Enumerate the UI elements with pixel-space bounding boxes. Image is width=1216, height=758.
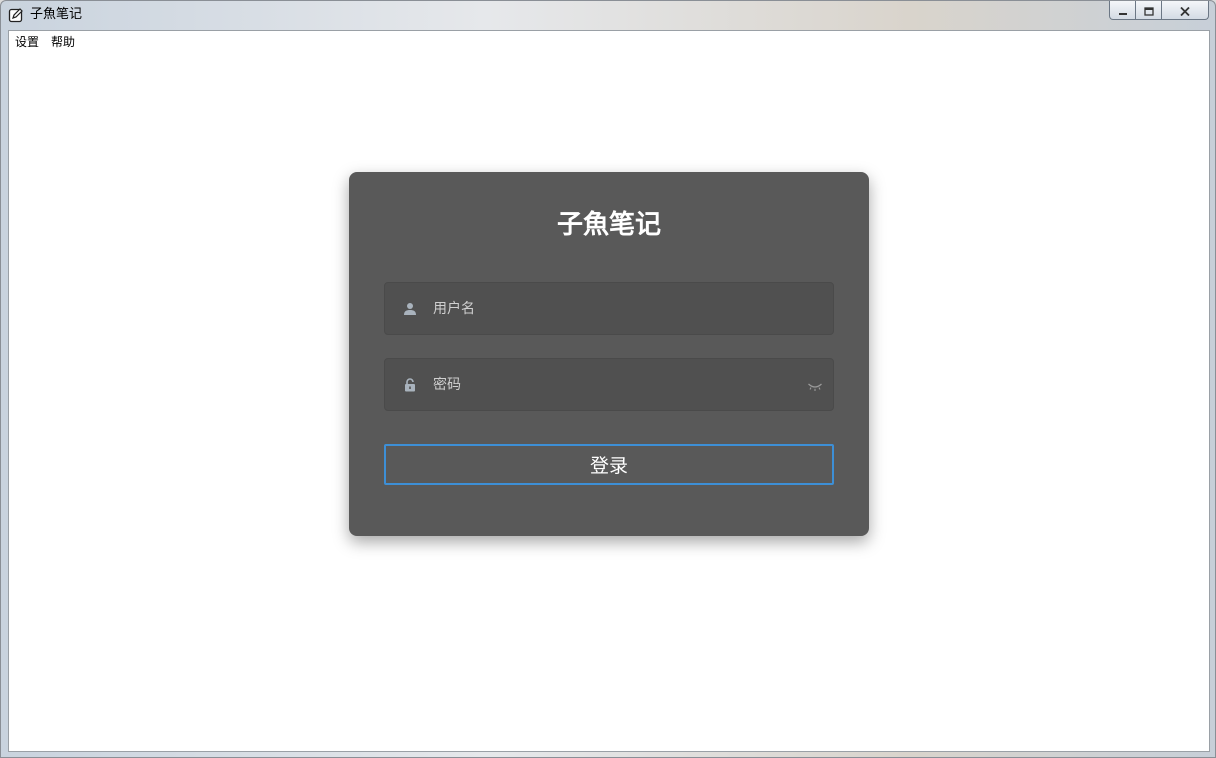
menu-item-help[interactable]: 帮助 bbox=[45, 31, 81, 53]
username-field[interactable] bbox=[384, 282, 834, 335]
menu-bar: 设置 帮助 bbox=[9, 31, 81, 53]
window-title: 子魚笔记 bbox=[30, 7, 83, 22]
eye-closed-icon[interactable] bbox=[807, 378, 823, 392]
password-field[interactable] bbox=[384, 358, 834, 411]
login-card: 子魚笔记 用户名 登录 bbox=[349, 172, 869, 536]
maximize-icon bbox=[1143, 1, 1154, 20]
username-input[interactable] bbox=[433, 283, 793, 334]
note-edit-icon bbox=[8, 7, 24, 23]
close-icon bbox=[1180, 1, 1190, 20]
login-title: 子魚笔记 bbox=[556, 210, 661, 240]
close-button[interactable] bbox=[1162, 1, 1209, 20]
app-window: 子魚笔记 设置 帮助 子魚笔记 用户名 登录 bbox=[0, 0, 1216, 758]
login-button[interactable]: 登录 bbox=[384, 444, 834, 485]
window-controls bbox=[1109, 1, 1209, 21]
lock-icon bbox=[401, 376, 419, 394]
user-icon bbox=[401, 300, 419, 318]
client-area: 设置 帮助 子魚笔记 用户名 登录 bbox=[8, 30, 1210, 752]
menu-item-settings[interactable]: 设置 bbox=[9, 31, 45, 53]
minimize-button[interactable] bbox=[1109, 1, 1136, 20]
minimize-icon bbox=[1118, 1, 1128, 20]
title-bar[interactable]: 子魚笔记 bbox=[1, 1, 1215, 30]
password-input[interactable] bbox=[433, 359, 793, 410]
maximize-button[interactable] bbox=[1136, 1, 1162, 20]
